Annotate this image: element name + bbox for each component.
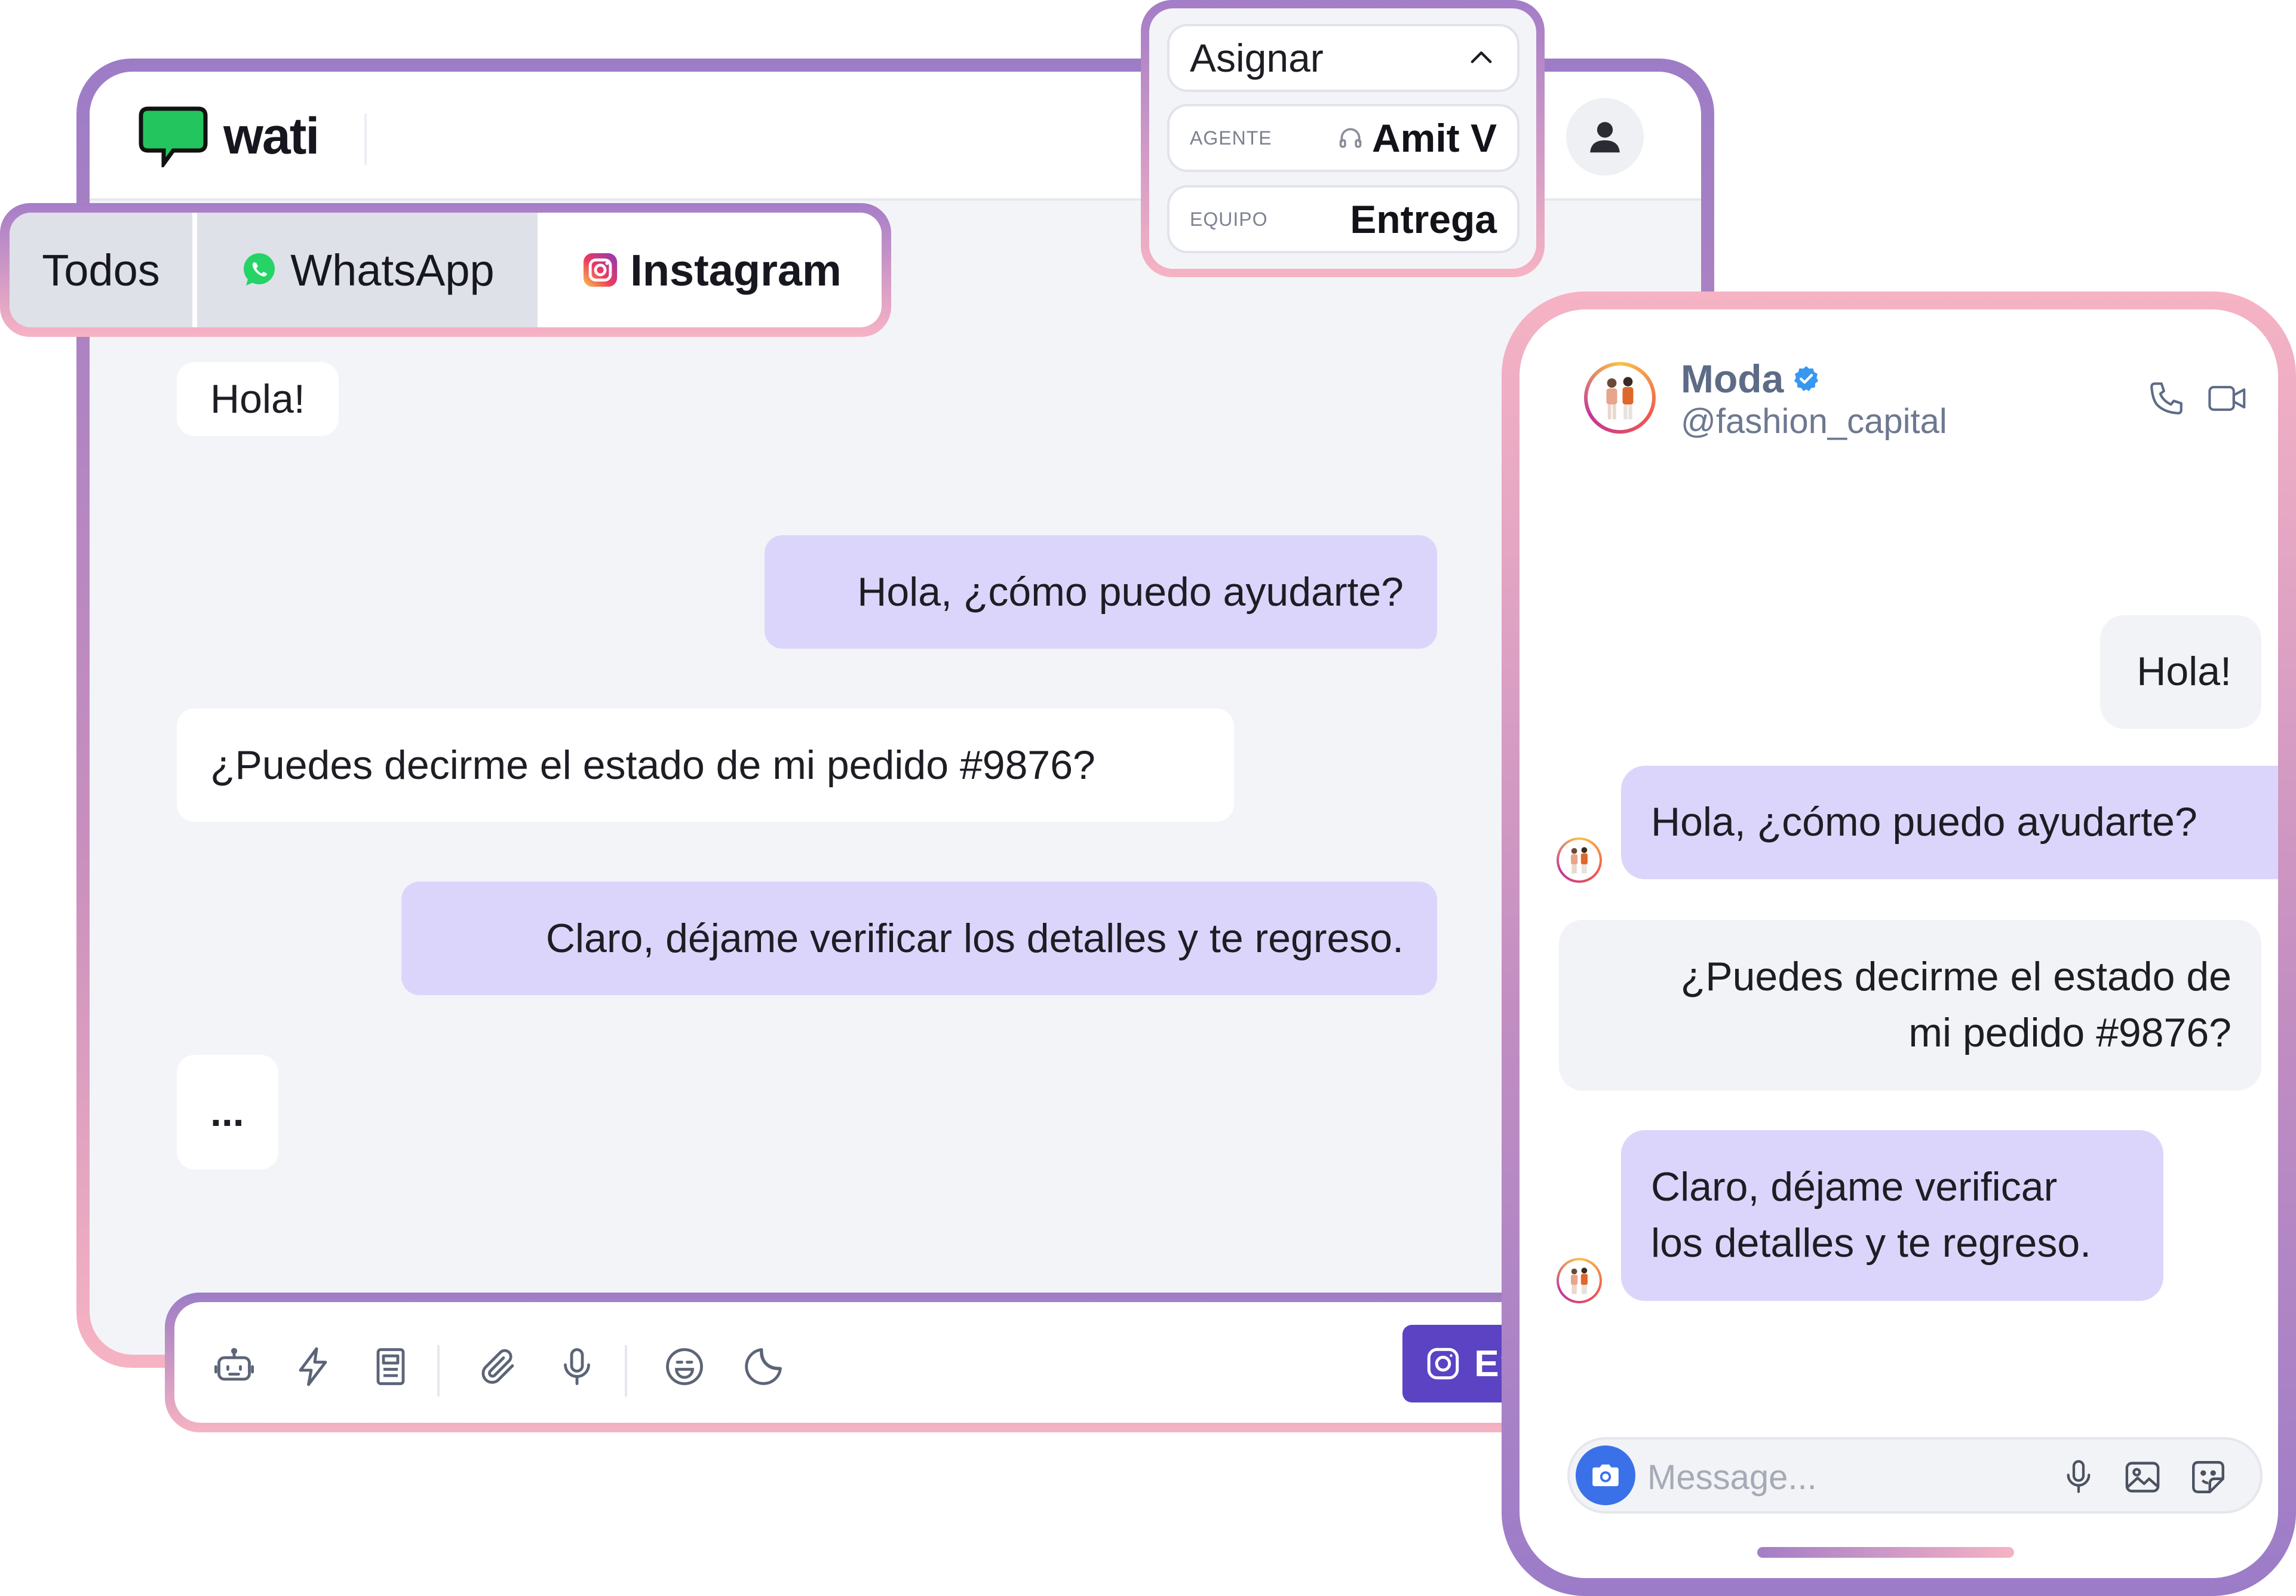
fashion-couple-icon <box>1606 377 1634 419</box>
mini-avatar-inner <box>1559 840 1600 880</box>
assign-dropdown-frame: Asignar AGENTE Amit V EQUIPO Entrega <box>1141 0 1545 277</box>
verified-badge-icon <box>1794 366 1819 391</box>
tab-instagram[interactable]: Instagram <box>542 213 882 327</box>
sticker-icon[interactable] <box>742 1345 785 1388</box>
message-line: ¿Puedes decirme el estado de <box>1680 954 2231 1000</box>
message-text: Hola! <box>2137 649 2231 695</box>
assign-agent-row[interactable]: AGENTE Amit V <box>1167 104 1520 172</box>
fashion-couple-icon <box>1571 1267 1588 1294</box>
lightning-icon[interactable] <box>291 1345 334 1388</box>
message-text: Hola, ¿cómo puedo ayudarte? <box>857 569 1404 615</box>
agent-name: Amit V <box>1371 116 1497 160</box>
chat-message-incoming: ¿Puedes decirme el estado de mi pedido #… <box>177 708 1234 822</box>
instagram-icon <box>584 253 618 287</box>
microphone-icon[interactable] <box>555 1345 598 1388</box>
template-icon[interactable] <box>369 1345 412 1388</box>
assign-title: Asignar <box>1190 36 1324 80</box>
agent-value: Amit V <box>1337 115 1497 161</box>
typing-indicator: ... <box>177 1055 278 1170</box>
tab-whatsapp[interactable]: WhatsApp <box>197 213 538 327</box>
composer-divider <box>625 1345 627 1396</box>
topbar-divider <box>364 113 367 165</box>
camera-button[interactable] <box>1576 1445 1635 1505</box>
tab-todos[interactable]: Todos <box>10 213 192 327</box>
message-text: Claro, déjame verificar los detalles y t… <box>1651 1159 2091 1272</box>
message-line: Claro, déjame verificar <box>1651 1164 2058 1210</box>
tab-label: WhatsApp <box>290 245 495 295</box>
home-indicator <box>1757 1547 2014 1558</box>
profile-name: Moda <box>1681 356 1821 401</box>
phone-call-icon[interactable] <box>2147 379 2186 418</box>
user-avatar-button[interactable] <box>1566 98 1644 176</box>
fashion-couple-icon <box>1571 847 1588 874</box>
team-value: Entrega <box>1350 197 1497 241</box>
instagram-icon <box>1427 1348 1459 1380</box>
message-text: ¿Puedes decirme el estado de mi pedido #… <box>1681 949 2231 1061</box>
agent-label: AGENTE <box>1190 127 1272 149</box>
microphone-icon[interactable] <box>2059 1457 2098 1496</box>
ig-message-outgoing: Hola, ¿cómo puedo ayudarte? <box>1621 766 2278 879</box>
message-line: los detalles y te regreso. <box>1651 1220 2092 1266</box>
wati-logo-icon <box>139 106 208 167</box>
profile-name-text: Moda <box>1681 357 1784 401</box>
mini-avatar <box>1557 1258 1602 1303</box>
assign-dropdown: Asignar AGENTE Amit V EQUIPO Entrega <box>1149 8 1536 269</box>
team-label: EQUIPO <box>1190 208 1268 230</box>
assign-dropdown-header[interactable]: Asignar <box>1167 24 1520 92</box>
chevron-up-icon <box>1471 51 1492 63</box>
user-icon <box>1590 122 1620 153</box>
composer-frame: Enviar <box>165 1293 1645 1432</box>
ig-message-outgoing: Claro, déjame verificar los detalles y t… <box>1621 1130 2163 1301</box>
channel-tabs-frame: Todos WhatsApp Instagram <box>0 203 891 337</box>
instagram-phone-frame: Moda @fashion_capital Hola! Hola, ¿cómo … <box>1502 291 2296 1596</box>
whatsapp-icon <box>244 253 275 286</box>
message-text: Hola, ¿cómo puedo ayudarte? <box>1651 799 2197 845</box>
tab-label: Instagram <box>630 245 842 295</box>
channel-tabs: Todos WhatsApp Instagram <box>10 213 882 327</box>
profile-avatar-inner <box>1588 366 1652 430</box>
composer: Enviar <box>174 1302 1635 1423</box>
bot-icon[interactable] <box>213 1345 256 1388</box>
ig-message-input[interactable]: Message... <box>1567 1437 2263 1514</box>
chat-message-incoming: Hola! <box>177 362 339 436</box>
assign-team-row[interactable]: EQUIPO Entrega <box>1167 185 1520 253</box>
ig-message-incoming: ¿Puedes decirme el estado de mi pedido #… <box>1559 920 2261 1091</box>
profile-avatar[interactable] <box>1584 362 1656 434</box>
message-text: ... <box>210 1089 244 1135</box>
profile-handle: @fashion_capital <box>1681 402 1947 441</box>
message-text: Claro, déjame verificar los detalles y t… <box>545 916 1404 961</box>
emoji-icon[interactable] <box>663 1345 706 1388</box>
brand-name: wati <box>223 107 320 165</box>
message-text: ¿Puedes decirme el estado de mi pedido #… <box>210 742 1095 788</box>
mini-avatar <box>1557 837 1602 883</box>
chat-message-outgoing: Hola, ¿cómo puedo ayudarte? <box>765 535 1437 649</box>
instagram-phone: Moda @fashion_capital Hola! Hola, ¿cómo … <box>1520 309 2278 1578</box>
video-call-icon[interactable] <box>2206 379 2248 418</box>
attachment-icon[interactable] <box>477 1345 520 1388</box>
gallery-icon[interactable] <box>2123 1457 2162 1497</box>
composer-divider <box>437 1345 440 1396</box>
ig-message-incoming: Hola! <box>2100 615 2261 729</box>
tab-label: Todos <box>42 245 160 295</box>
headset-icon <box>1339 128 1362 148</box>
mini-avatar-inner <box>1559 1260 1600 1301</box>
message-line: mi pedido #9876? <box>1908 1010 2231 1055</box>
chat-message-outgoing: Claro, déjame verificar los detalles y t… <box>401 882 1437 995</box>
camera-icon <box>1592 1464 1619 1487</box>
sticker-icon[interactable] <box>2188 1457 2228 1497</box>
wati-logo: wati <box>137 105 320 167</box>
message-text: Hola! <box>210 376 305 422</box>
input-placeholder: Message... <box>1647 1458 1817 1497</box>
